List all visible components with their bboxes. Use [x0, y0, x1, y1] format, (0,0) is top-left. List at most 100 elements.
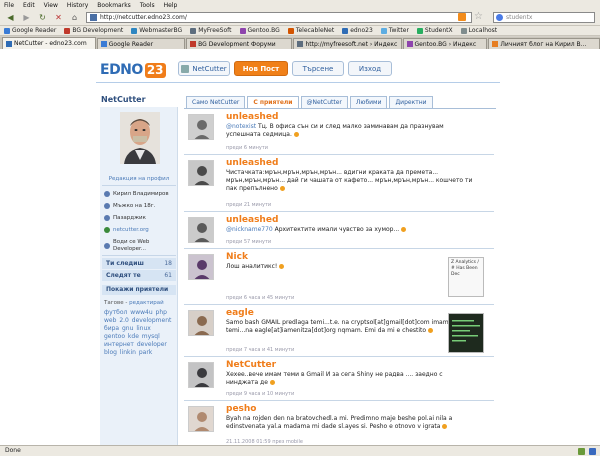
url-bar[interactable]: http://netcutter.edno23.com/: [86, 12, 472, 23]
post-thumbnail[interactable]: Z Analytics / # Has Been Dec: [448, 257, 484, 297]
new-post-button[interactable]: Нов Пост: [234, 61, 288, 76]
profile-detail-text: Пазарджик: [113, 215, 146, 221]
site-logo[interactable]: EDNO 23: [100, 61, 166, 79]
edit-profile-link[interactable]: Редакция на профил: [106, 176, 172, 182]
post-avatar[interactable]: [188, 310, 214, 336]
tags-label: Тагове: [104, 300, 124, 306]
menu-file[interactable]: File: [4, 2, 14, 9]
bookmark-star-icon[interactable]: ☆: [474, 11, 483, 22]
show-friends-button[interactable]: Покажи приятели: [102, 285, 176, 295]
followers-row[interactable]: Следят те 61: [102, 270, 176, 281]
logout-button[interactable]: Изход: [348, 61, 392, 76]
menu-history[interactable]: History: [67, 2, 88, 9]
rss-icon[interactable]: [458, 13, 466, 21]
post-timestamp: преди 57 минути: [226, 239, 271, 245]
post-timestamp: преди 6 минути: [226, 145, 268, 151]
post-thumbnail[interactable]: [448, 313, 484, 353]
post-text: Samo bash GMAIL predlaga temi...t.e. na …: [226, 319, 476, 335]
back-icon[interactable]: ◀: [4, 11, 17, 24]
browser-tab[interactable]: BG Development Форуми: [186, 38, 293, 49]
bookmark-item[interactable]: WebmasterBG: [131, 27, 182, 34]
nav-user-button[interactable]: NetCutter: [178, 61, 230, 76]
home-icon[interactable]: ⌂: [68, 11, 81, 24]
post-text: Byah na rojden den na bratovchedl.a mi. …: [226, 415, 476, 431]
menu-help[interactable]: Help: [164, 2, 178, 9]
forward-icon[interactable]: ▶: [20, 11, 33, 24]
post-avatar-image: [189, 115, 213, 139]
post-time[interactable]: преди 9 часа и 10 минути: [226, 391, 294, 397]
feed-tab[interactable]: Само NetCutter: [186, 96, 246, 108]
feed-tab[interactable]: Директни: [389, 96, 433, 108]
browser-tab[interactable]: Личният блог на Кирил В...: [488, 38, 600, 49]
post-mention[interactable]: @notexist: [226, 123, 256, 130]
sidebar-divider: [102, 185, 176, 186]
feed-post: NetCutter Хехее..вече имам теми в Gmail И…: [184, 357, 494, 401]
post-author[interactable]: unleashed: [226, 112, 278, 122]
feed-tab[interactable]: С приятели: [247, 96, 299, 108]
user-icon: [181, 64, 190, 73]
post-mention[interactable]: @nickname770: [226, 226, 273, 233]
browser-tab[interactable]: Gentoo.BG › Индекс: [402, 38, 488, 49]
post-avatar[interactable]: [188, 362, 214, 388]
profile-detail[interactable]: netcutter.org: [104, 227, 149, 233]
smiley-icon: [279, 264, 285, 269]
post-author[interactable]: Nick: [226, 252, 248, 262]
stop-icon[interactable]: ✕: [52, 11, 65, 24]
feed-list: unleashed @notexist Тц. В офиса сън си и …: [184, 108, 496, 445]
post-author[interactable]: unleashed: [226, 158, 278, 168]
bookmark-item[interactable]: Google Reader: [4, 27, 56, 34]
bookmark-icon: [460, 27, 467, 34]
search-input[interactable]: studentx: [493, 12, 595, 23]
post-author[interactable]: eagle: [226, 308, 254, 318]
post-avatar[interactable]: [188, 160, 214, 186]
browser-tab[interactable]: Google Reader: [96, 38, 186, 49]
page-content: EDNO 23 NetCutter Нов Пост Търсене Изход…: [0, 49, 600, 445]
post-timestamp: преди 7 часа и 41 минути: [226, 347, 294, 353]
following-row[interactable]: Ти следиш 18: [102, 258, 176, 269]
tags-edit-link[interactable]: редактирай: [129, 300, 164, 306]
post-time[interactable]: преди 6 минути: [226, 145, 268, 151]
browser-tab[interactable]: http://myfreesoft.net › Индекс: [293, 38, 402, 49]
status-icon: [589, 448, 596, 455]
menu-view[interactable]: View: [44, 2, 58, 9]
menu-tools[interactable]: Tools: [140, 2, 155, 9]
feed-tab[interactable]: Любими: [349, 96, 388, 108]
bookmark-item[interactable]: Twitter: [380, 27, 409, 34]
bookmark-item[interactable]: Gentoo.BG: [239, 27, 280, 34]
bookmark-item[interactable]: StudentX: [416, 27, 453, 34]
bookmark-item[interactable]: TelecableNet: [287, 27, 334, 34]
post-avatar[interactable]: [188, 406, 214, 432]
bookmark-item[interactable]: BG Development: [64, 27, 123, 34]
menu-bookmarks[interactable]: Bookmarks: [97, 2, 131, 9]
bookmark-label: MyFreeSoft: [198, 27, 232, 34]
bookmark-icon: [342, 27, 349, 34]
post-author[interactable]: unleashed: [226, 215, 278, 225]
profile-username: NetCutter: [101, 95, 146, 104]
new-post-label: Нов Пост: [242, 64, 280, 73]
post-author[interactable]: NetCutter: [226, 360, 276, 370]
post-time[interactable]: преди 6 часа и 45 минути: [226, 295, 294, 301]
tab-label: Gentoo.BG › Индекс: [414, 40, 477, 48]
bookmark-item[interactable]: edno23: [342, 27, 373, 34]
post-time[interactable]: преди 21 минути: [226, 202, 271, 208]
tag-cloud[interactable]: футбол www4u php web 2.0 development бир…: [104, 309, 174, 357]
post-avatar-image: [189, 363, 213, 387]
bookmark-item[interactable]: MyFreeSoft: [190, 27, 232, 34]
post-avatar-image: [189, 161, 213, 185]
menu-edit[interactable]: Edit: [23, 2, 35, 9]
post-avatar[interactable]: [188, 114, 214, 140]
tags-header: Тагове - редактирай: [104, 300, 164, 306]
reload-icon[interactable]: ↻: [36, 11, 49, 24]
profile-sidebar: Редакция на профил Кирил Владимиров Мъжко…: [100, 107, 178, 445]
post-avatar[interactable]: [188, 254, 214, 280]
post-time[interactable]: преди 57 минути: [226, 239, 271, 245]
search-button[interactable]: Търсене: [292, 61, 344, 76]
post-time[interactable]: преди 7 часа и 41 минути: [226, 347, 294, 353]
bookmark-item[interactable]: Localhost: [460, 27, 497, 34]
search-placeholder: studentx: [506, 14, 533, 21]
search-label: Търсене: [302, 64, 334, 73]
browser-tab[interactable]: NetCutter - edno23.com: [2, 37, 96, 49]
post-author[interactable]: pesho: [226, 404, 257, 414]
feed-tab[interactable]: @NetCutter: [300, 96, 348, 108]
post-avatar[interactable]: [188, 217, 214, 243]
